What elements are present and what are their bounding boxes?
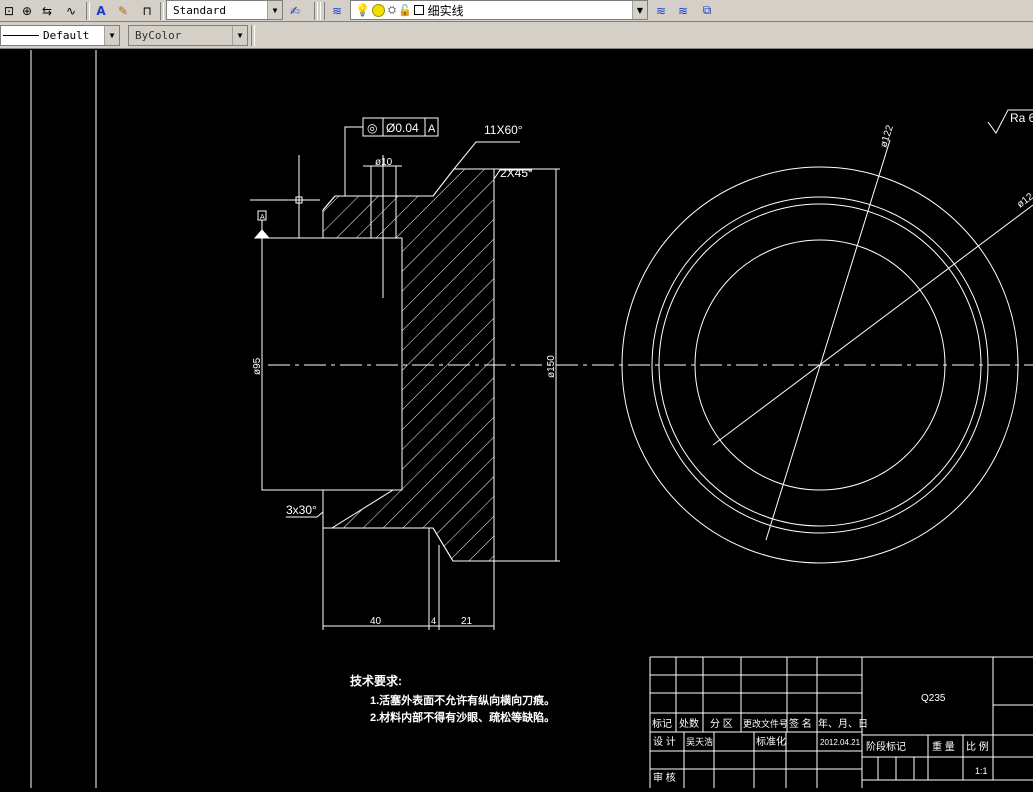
separator — [86, 2, 90, 20]
toolbar-grip[interactable] — [320, 2, 325, 20]
layer-manager-icon[interactable]: ≋ — [328, 2, 346, 19]
dim-d95-label: ø95 — [252, 357, 263, 375]
separator — [314, 2, 318, 20]
tb-stage-label: 阶段标记 — [866, 740, 906, 753]
tb-weight-label: 重 量 — [932, 740, 955, 753]
roughness-label: Ra 6 — [1010, 111, 1033, 125]
tb-header-mark: 标记 — [652, 718, 672, 730]
dim-4-label: 4 — [431, 616, 436, 626]
tolerance-datum: A — [428, 123, 436, 135]
sun-icon[interactable] — [371, 3, 385, 17]
tb-date: 2012.04.21 — [820, 738, 861, 747]
dim-style-manager-icon[interactable]: ✍ — [286, 2, 304, 19]
tb-scale-value: 1:1 — [975, 766, 988, 776]
tb-std-label: 标准化 — [756, 735, 786, 748]
layer-color-icon — [413, 5, 424, 15]
dim-21-label: 21 — [461, 616, 473, 627]
dim-40-label: 40 — [370, 616, 382, 627]
dim-d150-label: ø150 — [546, 355, 557, 378]
tech-req-1: 1.活塞外表面不允许有纵向横向刀痕。 — [370, 693, 555, 707]
chevron-down-icon[interactable]: ▼ — [267, 1, 282, 19]
text-style-value: Standard — [173, 3, 226, 17]
tb-header-sign: 签 名 — [789, 717, 812, 730]
tb-header-date: 年、月、日 — [818, 717, 868, 730]
thread-callout: 11X60° — [484, 123, 523, 137]
tb-header-count: 处数 — [679, 717, 699, 730]
freeze-vp-icon[interactable]: ⛭ — [388, 5, 396, 16]
tb-designer: 吴天浩 — [686, 736, 713, 747]
layer-prev-icon[interactable]: ≋ — [652, 2, 670, 19]
dim-jogged-icon[interactable]: ∿ — [62, 2, 80, 19]
plotstyle-combo[interactable]: ByColor ▼ — [128, 25, 248, 46]
layer-iso-icon[interactable]: ⧉ — [698, 2, 716, 19]
datum-label: A — [260, 214, 265, 221]
tolerance-leader — [344, 126, 363, 196]
chamfer-bottom-label: 3x30° — [286, 503, 317, 517]
layer-combo[interactable]: 💡 ⛭ 🔓 细实线 ▼ — [350, 0, 648, 20]
dim-update-icon[interactable]: ⇆ — [38, 2, 56, 19]
chevron-down-icon[interactable]: ▼ — [232, 26, 247, 45]
drawing-svg[interactable]: ◎ Ø0.04 A 11X60° 2X45° 3x30° ø10 ø95 ø15… — [0, 50, 1033, 788]
dim-line-d122 — [765, 139, 891, 541]
bulb-icon[interactable]: 💡 — [355, 3, 370, 17]
layer-name: 细实线 — [427, 3, 464, 18]
tolerance-value: Ø0.04 — [386, 121, 419, 135]
datum-triangle — [253, 229, 271, 239]
properties-toolbar: Default ▼ ByColor ▼ — [0, 22, 1033, 49]
leader-thread — [453, 141, 520, 170]
dim-line-d13x — [712, 204, 1033, 446]
drawing-canvas[interactable]: ◎ Ø0.04 A 11X60° 2X45° 3x30° ø10 ø95 ø15… — [0, 50, 1033, 788]
dim-aligned-icon[interactable]: ⊡ — [0, 2, 18, 19]
linetype-value: Default — [43, 29, 90, 42]
tech-req-2: 2.材料内部不得有沙眼、疏松等缺陷。 — [370, 710, 555, 724]
text-style-combo[interactable]: Standard ▼ — [166, 0, 283, 20]
bore-outline — [261, 237, 403, 491]
tb-design-label: 设 计 — [653, 735, 676, 748]
dim-d10-label: ø10 — [375, 157, 393, 168]
layer-state-icon[interactable]: ≋ — [674, 2, 692, 19]
linetype-combo[interactable]: Default ▼ — [0, 25, 120, 46]
dimension-toolbar: ⊡ ⊕ ⇆ ∿ A ✎ ⊓ Standard ▼ ✍ ≋ 💡 ⛭ 🔓 细实线 ▼… — [0, 0, 1033, 22]
dim-center-icon[interactable]: ⊕ — [18, 2, 36, 19]
lock-icon[interactable]: 🔓 — [398, 4, 412, 17]
material-label: Q235 — [921, 693, 946, 704]
text-style-icon[interactable]: A — [92, 2, 110, 19]
dim-d122-label: ø122 — [878, 123, 896, 148]
text-edit-icon[interactable]: ✎ — [114, 2, 132, 19]
separator — [251, 25, 255, 46]
plotstyle-value: ByColor — [135, 29, 182, 42]
linetype-sample — [3, 35, 39, 36]
chamfer-top-label: 2X45° — [500, 166, 533, 180]
tb-scale-label: 比 例 — [966, 740, 989, 753]
tb-header-zone: 分 区 — [710, 718, 733, 730]
tb-review-label: 审 核 — [653, 771, 676, 784]
tb-header-docno: 更改文件号 — [743, 718, 788, 729]
tech-req-title: 技术要求: — [350, 673, 402, 688]
chevron-down-icon[interactable]: ▼ — [632, 1, 647, 19]
chevron-down-icon[interactable]: ▼ — [104, 26, 119, 45]
separator — [160, 2, 164, 20]
dim-style-icon[interactable]: ⊓ — [138, 2, 156, 19]
tolerance-symbol: ◎ — [367, 121, 377, 135]
